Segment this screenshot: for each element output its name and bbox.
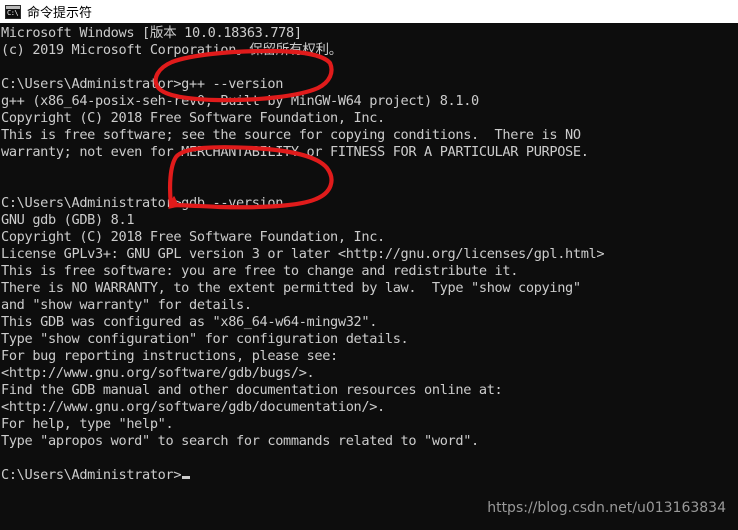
console-line: Microsoft Windows [版本 10.0.18363.778]	[1, 25, 302, 41]
console-line: C:\Users\Administrator>	[0, 467, 738, 484]
console-line: Type "apropos word" to search for comman…	[1, 433, 479, 449]
csdn-watermark: https://blog.csdn.net/u013163834	[487, 500, 726, 516]
console-output-area[interactable]: Microsoft Windows [版本 10.0.18363.778] (c)…	[0, 23, 738, 530]
console-line: This is free software; see the source fo…	[1, 127, 581, 143]
console-line: Copyright (C) 2018 Free Software Foundat…	[1, 110, 385, 126]
console-line: <http://www.gnu.org/software/gdb/documen…	[1, 399, 385, 415]
console-line: g++ (x86_64-posix-seh-rev0, Built by Min…	[1, 93, 479, 109]
console-line: License GPLv3+: GNU GPL version 3 or lat…	[1, 246, 605, 262]
console-line: warranty; not even for MERCHANTABILITY o…	[1, 144, 589, 160]
command-prompt-icon: C:\	[5, 4, 21, 19]
window-title-label: 命令提示符	[27, 6, 93, 21]
console-line: (c) 2019 Microsoft Corporation。保留所有权利。	[1, 42, 342, 58]
console-line: There is NO WARRANTY, to the extent perm…	[1, 280, 581, 296]
console-line: Find the GDB manual and other documentat…	[1, 382, 503, 398]
console-line: C:\Users\Administrator>gdb --version	[1, 195, 284, 211]
console-line: and "show warranty" for details.	[1, 297, 252, 313]
console-line-list: Microsoft Windows [版本 10.0.18363.778] (c)…	[0, 25, 738, 484]
console-line: For bug reporting instructions, please s…	[1, 348, 338, 364]
console-line: C:\Users\Administrator>g++ --version	[1, 76, 284, 92]
window-title-bar[interactable]: C:\ 命令提示符	[0, 0, 738, 23]
console-line: This GDB was configured as "x86_64-w64-m…	[1, 314, 378, 330]
command-prompt-window: C:\ 命令提示符 Microsoft Windows [版本 10.0.183…	[0, 0, 738, 530]
console-line: Type "show configuration" for configurat…	[1, 331, 409, 347]
icon-prompt-glyph: C:\	[7, 8, 19, 17]
console-line: <http://www.gnu.org/software/gdb/bugs/>.	[1, 365, 315, 381]
console-line: For help, type "help".	[1, 416, 174, 432]
console-line: GNU gdb (GDB) 8.1	[1, 212, 135, 228]
console-line: This is free software: you are free to c…	[1, 263, 519, 279]
console-line: Copyright (C) 2018 Free Software Foundat…	[1, 229, 385, 245]
text-cursor	[182, 476, 191, 479]
